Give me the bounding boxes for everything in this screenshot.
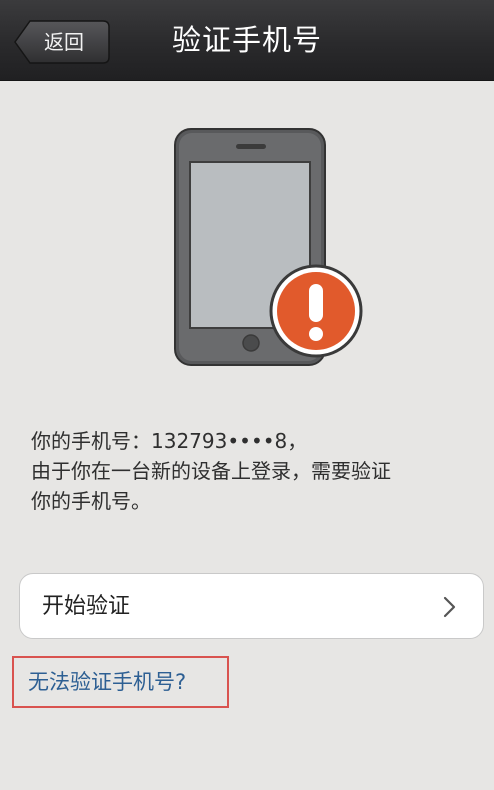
top-navigation-bar: 返回 验证手机号: [0, 0, 494, 81]
verification-info: 你的手机号：132793••••8， 由于你在一台新的设备上登录，需要验证 你的…: [31, 426, 471, 516]
start-verification-label: 开始验证: [42, 594, 131, 619]
phone-number-line: 你的手机号：132793••••8，: [31, 429, 308, 453]
start-verification-button[interactable]: 开始验证: [19, 573, 484, 639]
reason-line: 由于你在一台新的设备上登录，需要验证: [31, 459, 391, 483]
reason-line-continued: 你的手机号。: [31, 489, 151, 513]
page-title: 验证手机号: [171, 23, 322, 57]
chevron-right-icon: [443, 596, 457, 622]
phone-warning-icon: [170, 124, 370, 374]
cannot-verify-link[interactable]: 无法验证手机号?: [28, 668, 186, 696]
help-link-highlight: 无法验证手机号?: [12, 656, 229, 708]
